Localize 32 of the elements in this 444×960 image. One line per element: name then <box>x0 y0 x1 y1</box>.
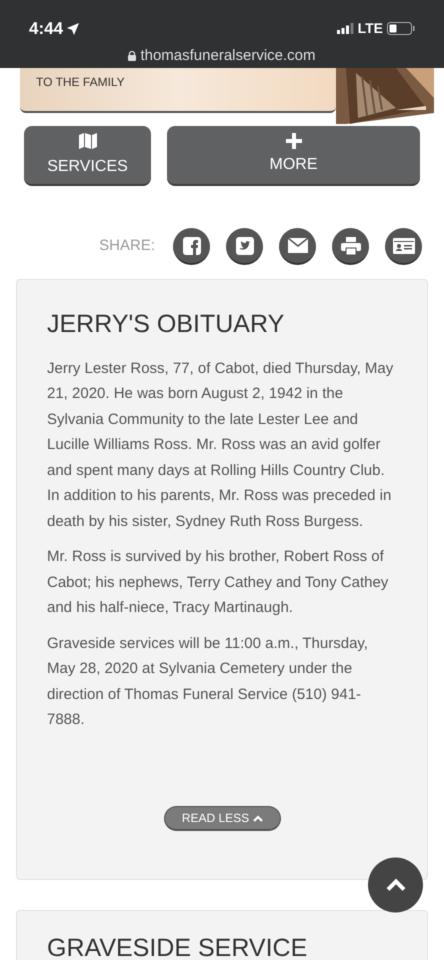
obituary-title: JERRY'S OBITUARY <box>47 309 286 340</box>
twitter-share-button[interactable] <box>226 228 263 265</box>
more-button[interactable]: MORE <box>167 126 420 186</box>
obituary-paragraph: Graveside services will be 11:00 a.m., Thursday, May 28, 2020 at Sylvania Cemetery under the direction of Thomas Funeral Service (510) 941-7888. <box>47 634 369 730</box>
email-share-button[interactable] <box>279 228 316 265</box>
share-label: SHARE: <box>99 236 155 256</box>
sympathy-banner[interactable]: TO THE FAMILY <box>20 68 336 113</box>
facebook-share-button[interactable] <box>173 228 210 265</box>
obituary-paragraph: Mr. Ross is survived by his brother, Robert Ross of Cabot; his nephews, Terry Cathey and Tony Cathey and his half-niece, Tracy Martinaugh. <box>47 547 390 618</box>
battery-icon <box>387 22 415 35</box>
obituary-paragraph: Jerry Lester Ross, 77, of Cabot, died Thursday, May 21, 2020. He was born August 2, 1942 in the Sylvania Community to the late Lester Lee and Lucille Williams Ross. Mr. Ross was an avid golfer and spent many days at Rolling Hills Country Club. In addition to his parents, Mr. Ross was preceded in death by his sister, Sydney Ruth Ross Burgess. <box>47 358 394 532</box>
print-share-button[interactable] <box>332 228 369 265</box>
section-title: GRAVESIDE SERVICE <box>47 933 308 960</box>
plus-icon <box>286 133 302 149</box>
facebook-icon <box>182 236 200 254</box>
banner-text: TO THE FAMILY <box>36 74 125 91</box>
lock-icon <box>128 51 136 62</box>
chevron-up-icon <box>253 814 264 822</box>
contact-card-icon <box>392 238 414 254</box>
services-button[interactable]: SERVICES <box>24 126 151 186</box>
clock-time: 4:44 <box>29 18 64 40</box>
bird-icon <box>236 236 254 254</box>
envelope-icon <box>288 238 308 253</box>
chevron-up-icon <box>386 878 406 892</box>
printer-icon <box>340 236 360 254</box>
network-type: LTE <box>358 19 383 38</box>
url-text[interactable]: thomasfuneralservice.com <box>140 45 316 68</box>
signal-icon <box>336 23 354 34</box>
card-share-button[interactable] <box>385 228 422 265</box>
map-icon <box>78 131 98 151</box>
location-arrow-icon <box>67 22 80 35</box>
read-less-button[interactable]: READ LESS <box>164 806 281 831</box>
